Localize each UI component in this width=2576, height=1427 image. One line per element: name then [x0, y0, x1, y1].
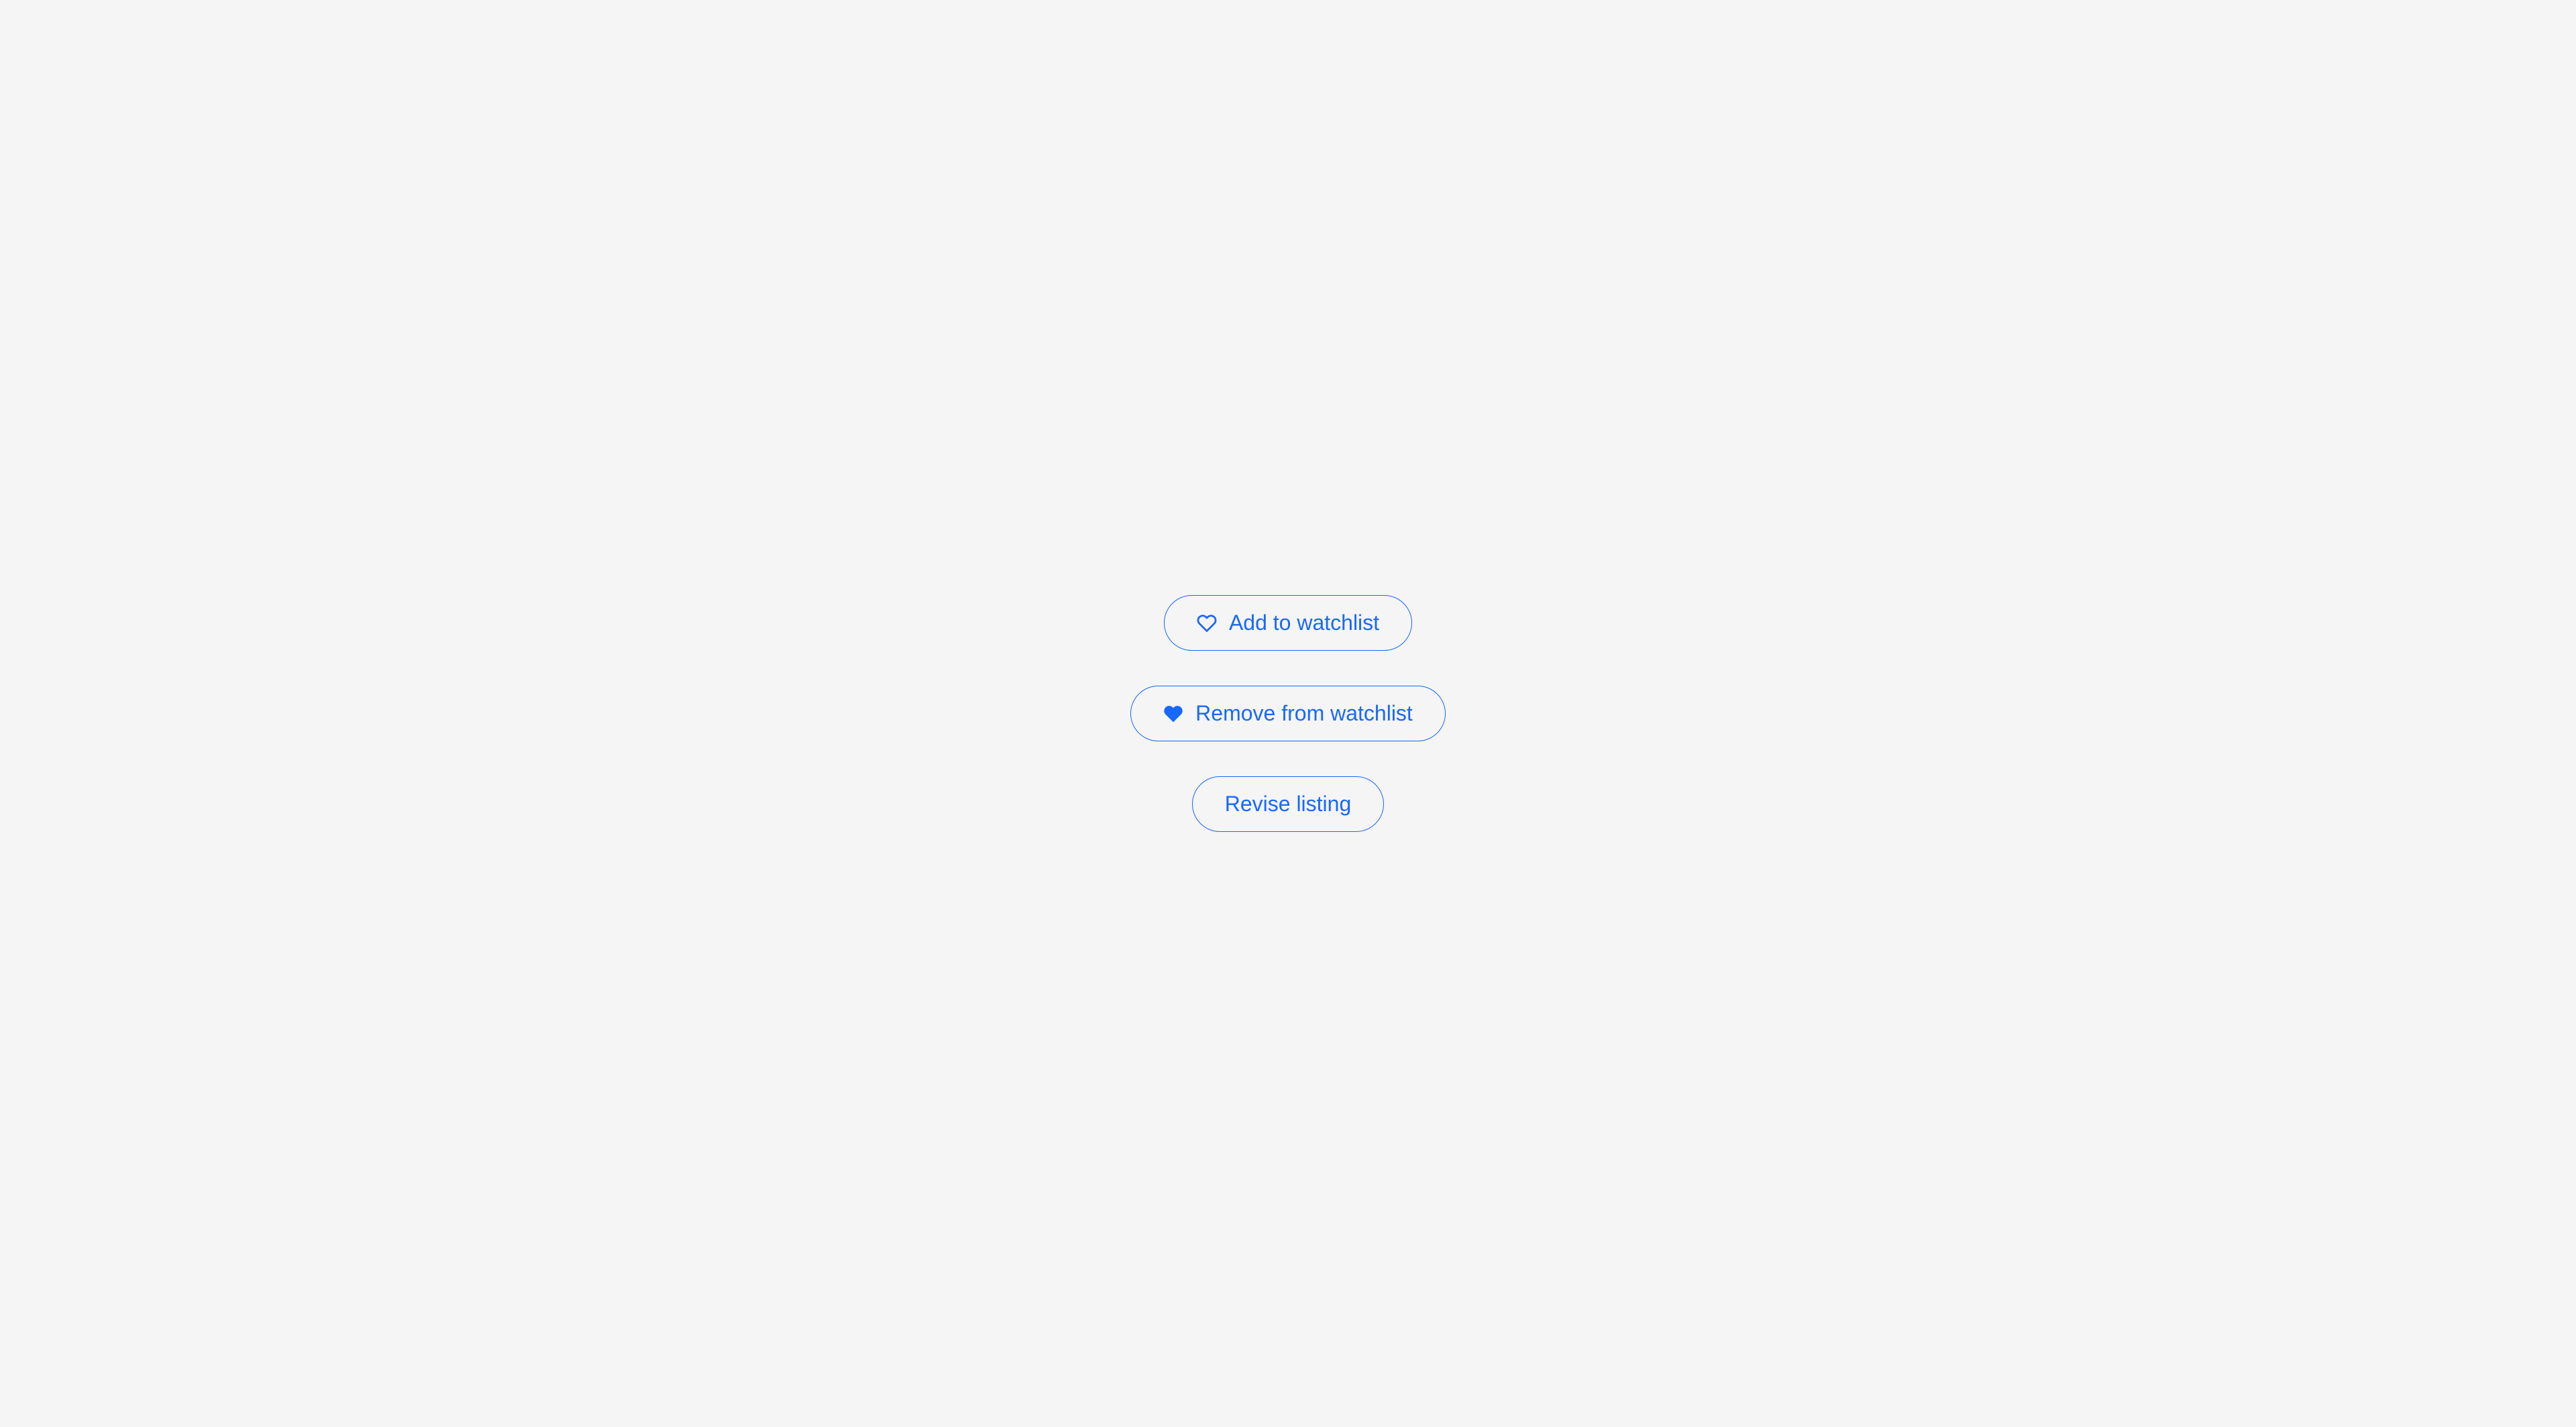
- remove-from-watchlist-label: Remove from watchlist: [1195, 701, 1413, 726]
- heart-filled-icon: [1163, 704, 1183, 724]
- heart-outline-icon: [1197, 613, 1217, 633]
- add-to-watchlist-button[interactable]: Add to watchlist: [1164, 595, 1412, 651]
- add-to-watchlist-label: Add to watchlist: [1229, 611, 1379, 635]
- revise-listing-button[interactable]: Revise listing: [1192, 776, 1385, 832]
- revise-listing-label: Revise listing: [1225, 792, 1352, 816]
- button-group: Add to watchlist Remove from watchlist R…: [1130, 595, 1446, 832]
- remove-from-watchlist-button[interactable]: Remove from watchlist: [1130, 686, 1446, 741]
